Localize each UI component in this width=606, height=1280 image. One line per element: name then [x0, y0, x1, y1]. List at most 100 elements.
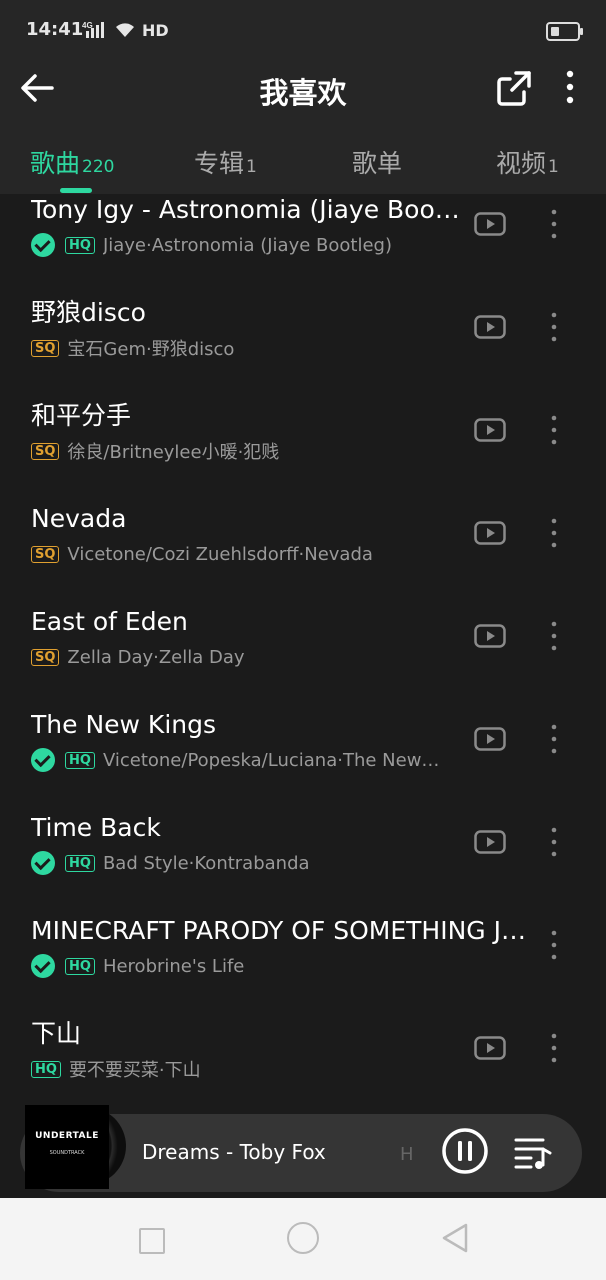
song-artist: 徐良/Britneylee小暖·犯贱	[67, 442, 280, 463]
song-title: Time Back	[31, 813, 161, 842]
song-artist: Zella Day·Zella Day	[67, 646, 245, 668]
next-title-fragment: H	[400, 1144, 414, 1165]
song-meta: SQ 徐良/Britneylee小暖·犯贱	[31, 438, 279, 464]
tab-albums-label: 专辑	[194, 149, 245, 178]
song-artist: Herobrine's Life	[102, 955, 245, 977]
signal-icon: 4G	[82, 21, 104, 38]
song-meta: HQ 要不要买菜·下山	[31, 1056, 201, 1082]
pause-button[interactable]	[441, 1127, 489, 1175]
quality-badge: HQ	[65, 854, 95, 872]
tab-videos-count: 1	[548, 157, 559, 177]
song-title: MINECRAFT PARODY OF SOMETHING JUST LIKE …	[31, 916, 531, 945]
play-video-icon[interactable]	[474, 624, 506, 648]
quality-badge: SQ	[31, 545, 60, 563]
recent-apps-button[interactable]	[139, 1228, 165, 1254]
play-video-icon[interactable]	[474, 212, 506, 236]
song-item[interactable]: Nevada SQ Vicetone/Cozi Zuehlsdorff·Neva…	[0, 503, 606, 606]
quality-badge: HQ	[31, 1060, 61, 1078]
song-artist: Vicetone/Cozi Zuehlsdorff·Nevada	[67, 543, 373, 565]
downloaded-check-icon	[31, 748, 55, 772]
quality-badge: HQ	[65, 957, 95, 975]
share-icon[interactable]	[494, 68, 534, 108]
more-vertical-icon[interactable]	[545, 723, 563, 755]
song-title: 野狼disco	[31, 298, 146, 327]
song-meta: SQ 宝石Gem·野狼disco	[31, 335, 234, 361]
tab-albums[interactable]: 专辑 1	[194, 144, 257, 180]
more-vertical-icon[interactable]	[545, 620, 563, 652]
song-item[interactable]: Time Back HQ Bad Style·Kontrabanda	[0, 812, 606, 915]
song-title: The New Kings	[31, 710, 216, 739]
tab-playlists[interactable]: 歌单	[352, 144, 402, 180]
battery-icon	[546, 22, 583, 41]
song-meta: SQ Vicetone/Cozi Zuehlsdorff·Nevada	[31, 541, 373, 567]
more-vertical-icon[interactable]	[545, 929, 563, 961]
tab-playlists-label: 歌单	[352, 149, 403, 178]
status-icons: 4G HD	[82, 20, 169, 40]
tab-indicator	[60, 188, 92, 193]
song-title: East of Eden	[31, 607, 188, 636]
song-title: 下山	[31, 1019, 82, 1048]
song-item[interactable]: The New Kings HQ Vicetone/Popeska/Lucian…	[0, 709, 606, 812]
status-time: 14:41	[26, 19, 84, 40]
more-vertical-icon[interactable]	[545, 311, 563, 343]
play-video-icon[interactable]	[474, 830, 506, 854]
song-title: Tony Igy - Astronomia (Jiaye Bootleg)	[31, 195, 461, 224]
song-meta: HQ Herobrine's Life	[31, 953, 244, 979]
song-artist: Vicetone/Popeska/Luciana·The New Kings	[102, 749, 445, 771]
status-bar: 14:41 4G HD	[0, 0, 606, 60]
song-item[interactable]: East of Eden SQ Zella Day·Zella Day	[0, 606, 606, 709]
more-vertical-icon[interactable]	[545, 1032, 563, 1064]
tab-videos[interactable]: 视频 1	[496, 144, 559, 180]
playlist-icon[interactable]	[513, 1135, 553, 1171]
quality-badge: HQ	[65, 751, 95, 769]
more-vertical-icon[interactable]	[545, 414, 563, 446]
tab-songs[interactable]: 歌曲 220	[30, 144, 114, 180]
song-item[interactable]: Tony Igy - Astronomia (Jiaye Bootleg) HQ…	[0, 194, 606, 297]
tab-bar: 歌曲 220 专辑 1 歌单 视频 1	[0, 122, 606, 194]
quality-badge: SQ	[31, 648, 60, 666]
quality-badge: HQ	[65, 236, 95, 254]
more-vertical-icon[interactable]	[545, 517, 563, 549]
downloaded-check-icon	[31, 954, 55, 978]
now-playing-title: Dreams - Toby Fox	[142, 1140, 326, 1164]
top-app-bar: 我喜欢	[0, 60, 606, 122]
system-nav-bar	[0, 1198, 606, 1280]
tab-songs-label: 歌曲	[30, 149, 81, 178]
tab-songs-count: 220	[82, 157, 115, 177]
song-item[interactable]: 野狼disco SQ 宝石Gem·野狼disco	[0, 297, 606, 400]
play-video-icon[interactable]	[474, 727, 506, 751]
tab-videos-label: 视频	[496, 149, 547, 178]
downloaded-check-icon	[31, 851, 55, 875]
song-item[interactable]: 下山 HQ 要不要买菜·下山	[0, 1018, 606, 1104]
song-title: Nevada	[31, 504, 127, 533]
song-artist: Bad Style·Kontrabanda	[102, 852, 310, 874]
album-art-title: UNDERTALE	[35, 1131, 99, 1141]
song-artist: Jiaye·Astronomia (Jiaye Bootleg)	[102, 234, 392, 256]
song-item[interactable]: MINECRAFT PARODY OF SOMETHING JUST LIKE …	[0, 915, 606, 1018]
song-title: 和平分手	[31, 401, 132, 430]
quality-badge: SQ	[31, 339, 60, 357]
system-back-icon[interactable]	[440, 1222, 470, 1254]
play-video-icon[interactable]	[474, 521, 506, 545]
song-item[interactable]: 和平分手 SQ 徐良/Britneylee小暖·犯贱	[0, 400, 606, 503]
song-meta: HQ Jiaye·Astronomia (Jiaye Bootleg)	[31, 232, 392, 258]
song-list[interactable]: Tony Igy - Astronomia (Jiaye Bootleg) HQ…	[0, 194, 606, 1104]
song-meta: SQ Zella Day·Zella Day	[31, 644, 245, 670]
album-art[interactable]	[25, 1105, 109, 1189]
song-artist: 宝石Gem·野狼disco	[67, 339, 235, 360]
more-vertical-icon[interactable]	[545, 826, 563, 858]
tab-albums-count: 1	[246, 157, 257, 177]
downloaded-check-icon	[31, 233, 55, 257]
wifi-icon	[116, 23, 134, 37]
more-vertical-icon[interactable]	[545, 208, 563, 240]
quality-badge: SQ	[31, 442, 60, 460]
song-meta: HQ Vicetone/Popeska/Luciana·The New King…	[31, 747, 445, 773]
more-vertical-icon[interactable]	[558, 68, 582, 108]
song-artist: 要不要买菜·下山	[68, 1060, 201, 1081]
play-video-icon[interactable]	[474, 315, 506, 339]
play-video-icon[interactable]	[474, 1036, 506, 1060]
song-meta: HQ Bad Style·Kontrabanda	[31, 850, 310, 876]
hd-indicator: HD	[142, 20, 169, 40]
home-button[interactable]	[287, 1222, 319, 1254]
play-video-icon[interactable]	[474, 418, 506, 442]
